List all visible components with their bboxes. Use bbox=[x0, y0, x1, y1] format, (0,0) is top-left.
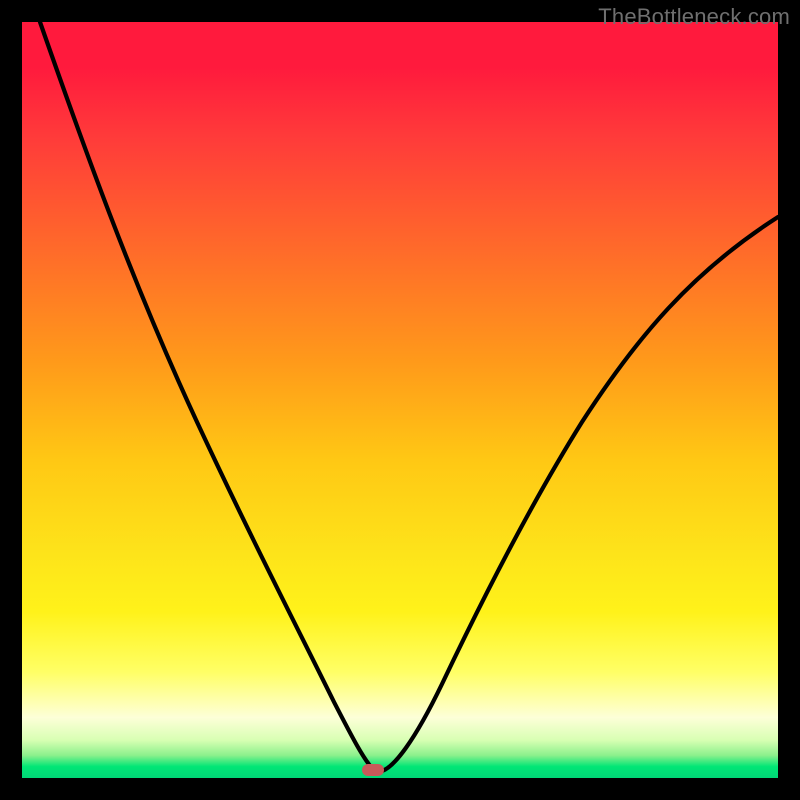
curve-path bbox=[40, 22, 778, 771]
bottleneck-curve bbox=[22, 22, 778, 778]
plot-area bbox=[22, 22, 778, 778]
optimal-marker bbox=[362, 764, 384, 776]
watermark-text: TheBottleneck.com bbox=[598, 4, 790, 30]
chart-frame: TheBottleneck.com bbox=[0, 0, 800, 800]
